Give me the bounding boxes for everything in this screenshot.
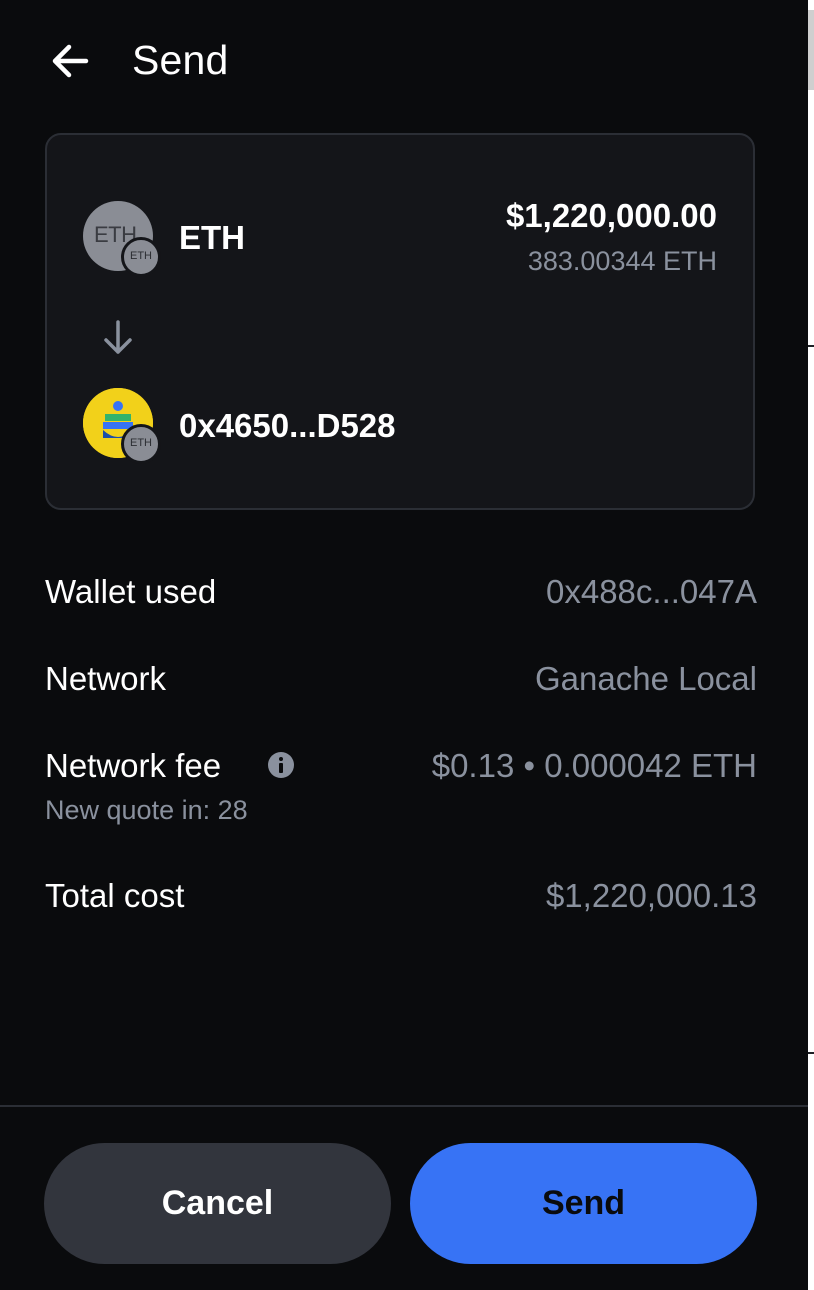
back-button[interactable] [40, 36, 100, 86]
fiat-amount: $1,220,000.00 [505, 197, 717, 234]
network-label: Network [45, 660, 167, 697]
total-cost-value: $1,220,000.13 [545, 877, 757, 914]
arrow-down-icon [104, 320, 132, 354]
network-badge-text: ETH [130, 250, 152, 262]
quote-countdown: New quote in: 28 [45, 795, 248, 825]
footer-divider [0, 1105, 808, 1107]
cancel-button[interactable]: Cancel [44, 1143, 391, 1264]
wallet-used-value: 0x488c...047A [546, 573, 757, 610]
network-fee-value: $0.13 • 0.000042 ETH [431, 747, 757, 784]
info-icon[interactable] [268, 752, 294, 778]
edge-divider [808, 345, 814, 347]
token-avatar: ETH ETH [83, 201, 161, 277]
scrollbar-thumb[interactable] [808, 10, 814, 90]
send-button[interactable]: Send [410, 1143, 757, 1264]
network-badge: ETH [121, 237, 161, 277]
transfer-summary-card: ETH ETH ETH $1,220,000.00 383.00344 ETH … [45, 133, 755, 510]
total-cost-label: Total cost [45, 877, 185, 914]
header: Send [0, 0, 808, 122]
scrollbar[interactable] [808, 0, 814, 1290]
recipient-network-badge: ETH [121, 424, 161, 464]
network-fee-label: Network fee [45, 747, 222, 784]
recipient-address: 0x4650...D528 [179, 407, 396, 444]
edge-divider [808, 1052, 814, 1054]
network-value: Ganache Local [535, 660, 757, 697]
token-name: ETH [179, 219, 245, 256]
crypto-amount: 383.00344 ETH [527, 246, 717, 276]
page-title: Send [132, 37, 229, 83]
recipient-network-badge-text: ETH [130, 437, 152, 449]
wallet-used-label: Wallet used [45, 573, 217, 610]
arrow-left-icon [52, 44, 89, 78]
